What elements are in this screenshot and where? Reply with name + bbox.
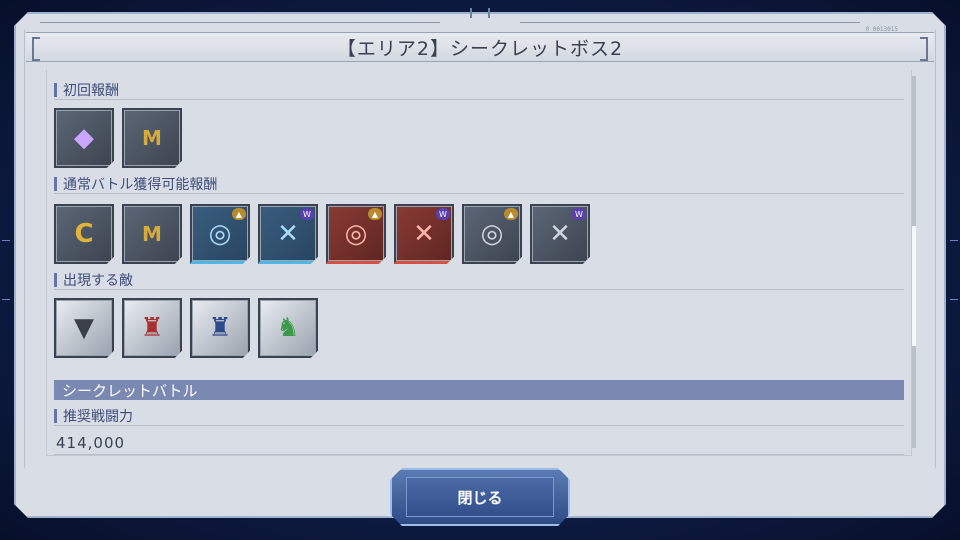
rank-badge-icon: ▲ xyxy=(368,208,382,220)
section-marker xyxy=(54,272,57,287)
section-marker xyxy=(54,176,57,191)
top-divider-left xyxy=(40,22,440,23)
rank-badge-icon: ▲ xyxy=(504,208,518,220)
gray-swirl-icon[interactable]: W ✕ xyxy=(530,204,590,264)
section-title: 通常バトル獲得可能報酬 xyxy=(63,176,218,193)
enemy-row: ▼ ♜ ♜ ♞ xyxy=(54,298,318,358)
blue-swirl-icon[interactable]: W ✕ xyxy=(258,204,318,264)
section-first-reward: 初回報酬 xyxy=(54,80,904,100)
dialog-title: 【エリア2】シークレットボス2 xyxy=(336,37,624,60)
section-title: 出現する敵 xyxy=(63,272,133,289)
red-swirl-icon[interactable]: W ✕ xyxy=(394,204,454,264)
medal-icon[interactable]: M xyxy=(122,204,182,264)
rank-badge-icon: W xyxy=(572,208,586,220)
top-divider-right xyxy=(520,22,860,23)
section-marker xyxy=(54,408,57,423)
close-button[interactable]: 閉じる xyxy=(390,468,570,526)
red-swirl-icon[interactable]: ▲ ◎ xyxy=(326,204,386,264)
normal-reward-row: C M ▲ ◎ W ✕ ▲ ◎ W ✕ ▲ ◎ W ✕ xyxy=(54,204,590,264)
blue-swirl-icon[interactable]: ▲ ◎ xyxy=(190,204,250,264)
first-reward-row: ◆ M xyxy=(54,108,182,168)
coin-icon[interactable]: C xyxy=(54,204,114,264)
section-normal-reward: 通常バトル獲得可能報酬 xyxy=(54,174,904,194)
title-bar: 【エリア2】シークレットボス2 xyxy=(26,32,934,62)
section-enemies: 出現する敵 xyxy=(54,270,904,290)
section-marker xyxy=(54,82,57,97)
divider xyxy=(54,454,904,455)
side-decoration-left xyxy=(2,240,10,300)
section-recommended-power: 推奨戦闘力 xyxy=(54,406,904,426)
rank-badge-icon: W xyxy=(300,208,314,220)
gray-swirl-icon[interactable]: ▲ ◎ xyxy=(462,204,522,264)
top-marker xyxy=(470,8,490,18)
rank-badge-icon: ▲ xyxy=(232,208,246,220)
enemy-mech-2-icon[interactable]: ♜ xyxy=(122,298,182,358)
rank-badge-icon: W xyxy=(436,208,450,220)
recommended-power-value: 414,000 xyxy=(56,434,126,452)
gem-icon[interactable]: ◆ xyxy=(54,108,114,168)
secret-battle-header: シークレットバトル xyxy=(54,380,904,400)
medal-icon[interactable]: M xyxy=(122,108,182,168)
enemy-mech-3-icon[interactable]: ♜ xyxy=(190,298,250,358)
enemy-mech-1-icon[interactable]: ▼ xyxy=(54,298,114,358)
section-title: 推奨戦闘力 xyxy=(63,408,133,425)
close-button-label: 閉じる xyxy=(406,477,554,517)
section-title: 初回報酬 xyxy=(63,82,119,99)
scrollbar-thumb[interactable] xyxy=(912,226,916,346)
side-decoration-right xyxy=(950,240,958,300)
enemy-mech-4-icon[interactable]: ♞ xyxy=(258,298,318,358)
